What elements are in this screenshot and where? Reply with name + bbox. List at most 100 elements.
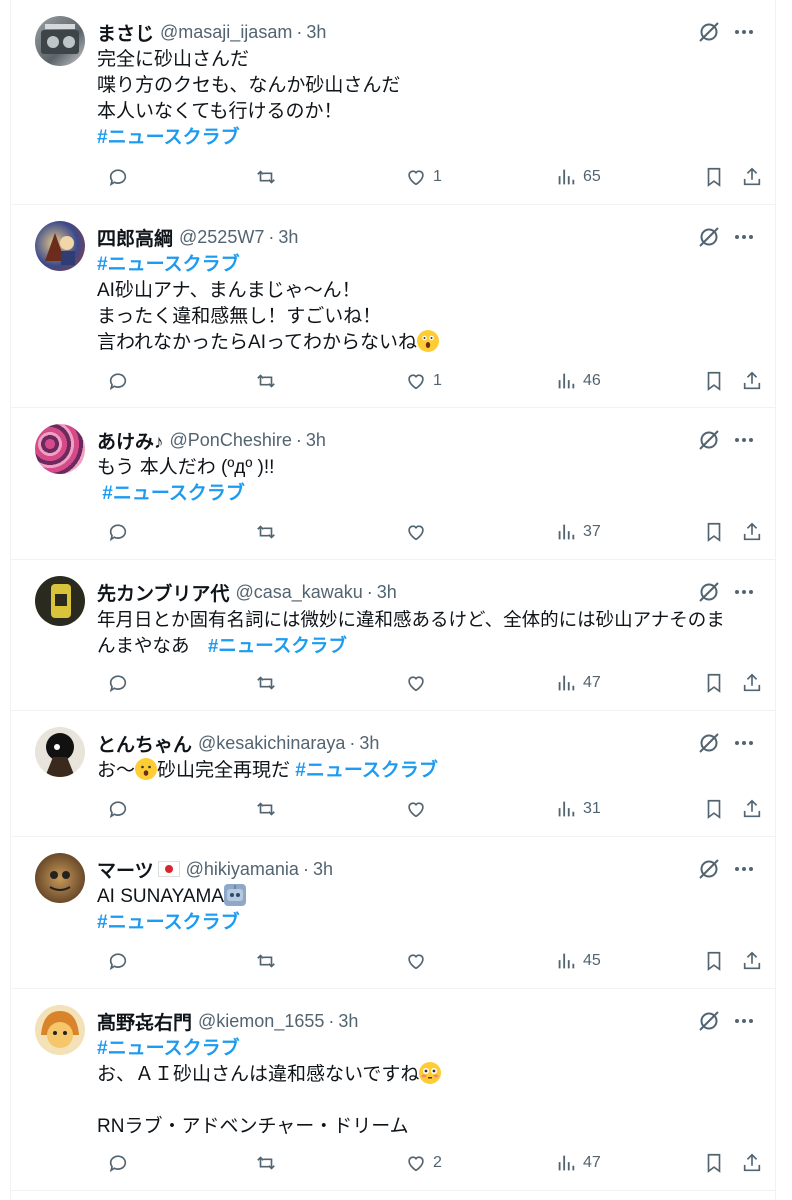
more-icon[interactable] xyxy=(732,1009,756,1033)
reply-button[interactable] xyxy=(107,795,129,823)
reply-button[interactable] xyxy=(107,947,129,975)
tweet[interactable]: まさじ @masaji_ijasam · 3h 完全に砂山さんだ 喋り方のクセも、… xyxy=(11,0,775,205)
tweet[interactable]: あけみ♪ @PonCheshire · 3h もう 本人だわ (ºдº )!! … xyxy=(11,408,775,560)
views-button[interactable]: 47 xyxy=(555,1149,601,1177)
share-button[interactable] xyxy=(741,367,763,395)
avatar[interactable] xyxy=(35,221,85,271)
tweet[interactable]: マーツ @hikiyamania · 3h AI SUNAYAMA #ニュースクラ… xyxy=(11,837,775,989)
display-name[interactable]: 四郎高綱 xyxy=(97,224,173,251)
bookmark-button[interactable] xyxy=(703,795,725,823)
bookmark-button[interactable] xyxy=(703,518,725,546)
views-button[interactable]: 46 xyxy=(555,367,601,395)
reply-icon xyxy=(109,801,127,819)
like-button[interactable] xyxy=(405,669,427,697)
more-icon[interactable] xyxy=(732,580,756,604)
views-button[interactable]: 45 xyxy=(555,947,601,975)
avatar[interactable] xyxy=(35,727,85,777)
avatar[interactable] xyxy=(35,424,85,474)
display-name[interactable]: とんちゃん xyxy=(97,730,192,757)
reply-button[interactable] xyxy=(107,669,129,697)
retweet-button[interactable] xyxy=(255,947,277,975)
reply-button[interactable] xyxy=(107,163,129,191)
more-icon[interactable] xyxy=(732,731,756,755)
avatar[interactable] xyxy=(35,576,85,626)
timestamp[interactable]: 3h xyxy=(306,430,326,451)
timestamp[interactable]: 3h xyxy=(278,227,298,248)
grok-icon[interactable] xyxy=(697,225,721,249)
views-button[interactable]: 47 xyxy=(555,669,601,697)
share-button[interactable] xyxy=(741,163,763,191)
user-handle[interactable]: @hikiyamania xyxy=(186,859,299,880)
user-handle[interactable]: @PonCheshire xyxy=(170,430,292,451)
like-button[interactable]: 1 xyxy=(405,163,442,191)
more-icon[interactable] xyxy=(732,20,756,44)
hashtag-link[interactable]: #ニュースクラブ xyxy=(295,760,438,781)
grok-icon[interactable] xyxy=(697,580,721,604)
avatar[interactable] xyxy=(35,1005,85,1055)
display-name[interactable]: まさじ xyxy=(97,19,154,46)
retweet-button[interactable] xyxy=(255,795,277,823)
user-handle[interactable]: @masaji_ijasam xyxy=(160,22,292,43)
like-button[interactable] xyxy=(405,518,427,546)
reply-button[interactable] xyxy=(107,367,129,395)
retweet-button[interactable] xyxy=(255,163,277,191)
share-button[interactable] xyxy=(741,795,763,823)
like-button[interactable] xyxy=(405,795,427,823)
views-button[interactable]: 37 xyxy=(555,518,601,546)
timestamp[interactable]: 3h xyxy=(377,582,397,603)
hashtag-link[interactable]: #ニュースクラブ xyxy=(97,1036,757,1062)
display-name[interactable]: 先カンブリア代 xyxy=(97,579,229,606)
like-button[interactable]: 2 xyxy=(405,1149,442,1177)
more-icon[interactable] xyxy=(732,428,756,452)
user-handle[interactable]: @casa_kawaku xyxy=(235,582,362,603)
bookmark-button[interactable] xyxy=(703,669,725,697)
grok-icon[interactable] xyxy=(697,731,721,755)
views-button[interactable]: 31 xyxy=(555,795,601,823)
hashtag-link[interactable]: #ニュースクラブ xyxy=(97,125,757,151)
user-handle[interactable]: @kesakichinaraya xyxy=(198,733,345,754)
bookmark-button[interactable] xyxy=(703,1149,725,1177)
timestamp[interactable]: 3h xyxy=(306,22,326,43)
bookmark-button[interactable] xyxy=(703,163,725,191)
avatar[interactable] xyxy=(35,16,85,66)
bookmark-button[interactable] xyxy=(703,947,725,975)
retweet-button[interactable] xyxy=(255,367,277,395)
user-handle[interactable]: @2525W7 xyxy=(179,227,264,248)
timestamp[interactable]: 3h xyxy=(313,859,333,880)
reply-button[interactable] xyxy=(107,1149,129,1177)
user-handle[interactable]: @kiemon_1655 xyxy=(198,1011,324,1032)
display-name[interactable]: マーツ xyxy=(97,856,154,883)
hashtag-link[interactable]: #ニュースクラブ xyxy=(97,481,757,507)
grok-icon[interactable] xyxy=(697,20,721,44)
display-name[interactable]: あけみ♪ xyxy=(97,427,164,454)
views-button[interactable]: 65 xyxy=(555,163,601,191)
tweet[interactable]: 先カンブリア代 @casa_kawaku · 3h 年月日とか固有名詞には微妙に… xyxy=(11,560,775,711)
bookmark-button[interactable] xyxy=(703,367,725,395)
share-button[interactable] xyxy=(741,518,763,546)
display-name[interactable]: 髙野㐂右門 xyxy=(97,1008,192,1035)
retweet-button[interactable] xyxy=(255,518,277,546)
retweet-button[interactable] xyxy=(255,669,277,697)
timestamp[interactable]: 3h xyxy=(359,733,379,754)
hashtag-link[interactable]: #ニュースクラブ xyxy=(97,910,757,936)
share-button[interactable] xyxy=(741,669,763,697)
more-icon[interactable] xyxy=(732,857,756,881)
tweet[interactable]: とんちゃん @kesakichinaraya · 3h お〜 砂山完全再現だ #ニ… xyxy=(11,711,775,837)
more-icon[interactable] xyxy=(732,225,756,249)
hashtag-link[interactable]: #ニュースクラブ xyxy=(97,252,757,278)
like-button[interactable] xyxy=(405,947,427,975)
grok-icon[interactable] xyxy=(697,857,721,881)
timestamp[interactable]: 3h xyxy=(338,1011,358,1032)
retweet-button[interactable] xyxy=(255,1149,277,1177)
share-button[interactable] xyxy=(741,1149,763,1177)
share-button[interactable] xyxy=(741,947,763,975)
grok-icon[interactable] xyxy=(697,1009,721,1033)
tweet[interactable]: 髙野㐂右門 @kiemon_1655 · 3h #ニュースクラブ お、ＡＩ砂山さん… xyxy=(11,989,775,1191)
reply-button[interactable] xyxy=(107,518,129,546)
avatar[interactable] xyxy=(35,853,85,903)
hashtag-link[interactable]: #ニュースクラブ xyxy=(208,635,347,656)
like-button[interactable]: 1 xyxy=(405,367,442,395)
tweet[interactable]: 四郎高綱 @2525W7 · 3h #ニュースクラブ AI砂山アナ、まんまじゃ〜ん… xyxy=(11,205,775,408)
tweet-header: マーツ @hikiyamania · 3h xyxy=(97,855,333,883)
grok-icon[interactable] xyxy=(697,428,721,452)
